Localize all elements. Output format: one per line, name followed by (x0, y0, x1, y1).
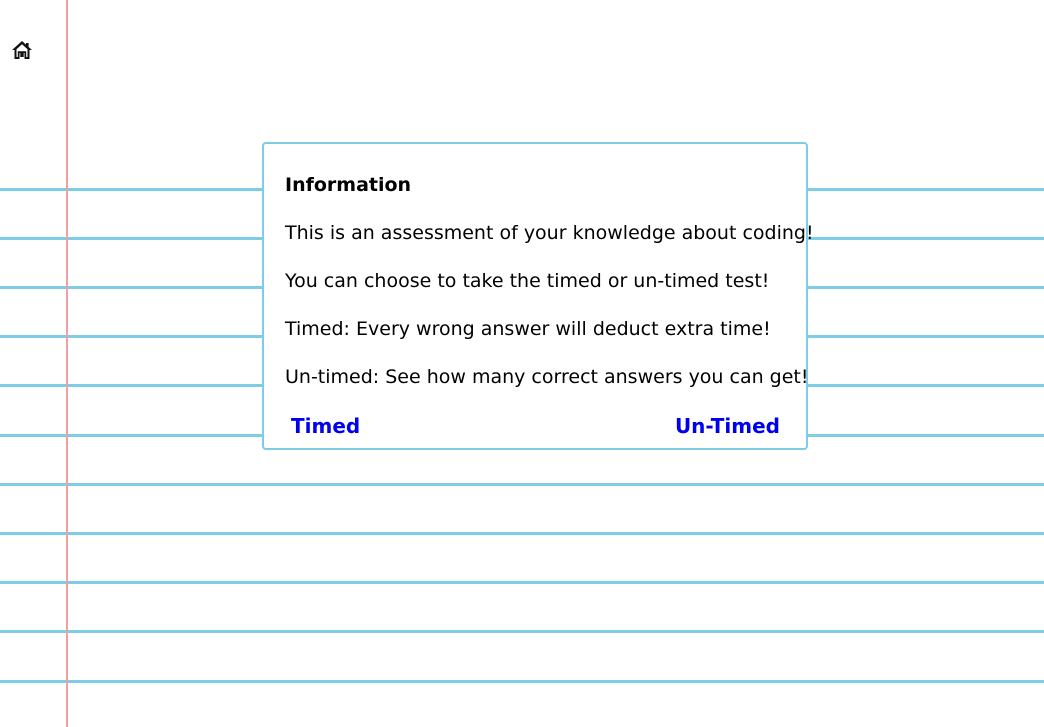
modal-title: Information (285, 174, 412, 196)
modal-description: This is an assessment of your knowledge … (285, 222, 814, 244)
ruled-line (0, 532, 1044, 535)
ruled-line (0, 581, 1044, 584)
untimed-button[interactable]: Un-Timed (675, 414, 780, 438)
modal-choice-info: You can choose to take the timed or un-t… (285, 270, 770, 292)
info-modal: Information This is an assessment of you… (262, 142, 814, 450)
ruled-line (0, 630, 1044, 633)
timed-button[interactable]: Timed (291, 414, 360, 438)
home-button[interactable] (11, 40, 33, 60)
modal-untimed-info: Un-timed: See how many correct answers y… (285, 366, 809, 388)
modal-timed-info: Timed: Every wrong answer will deduct ex… (285, 318, 771, 340)
ruled-line (0, 680, 1044, 683)
margin-line (66, 0, 68, 727)
ruled-line (0, 483, 1044, 486)
home-icon (11, 40, 33, 60)
notebook-page: Information This is an assessment of you… (0, 0, 1044, 727)
